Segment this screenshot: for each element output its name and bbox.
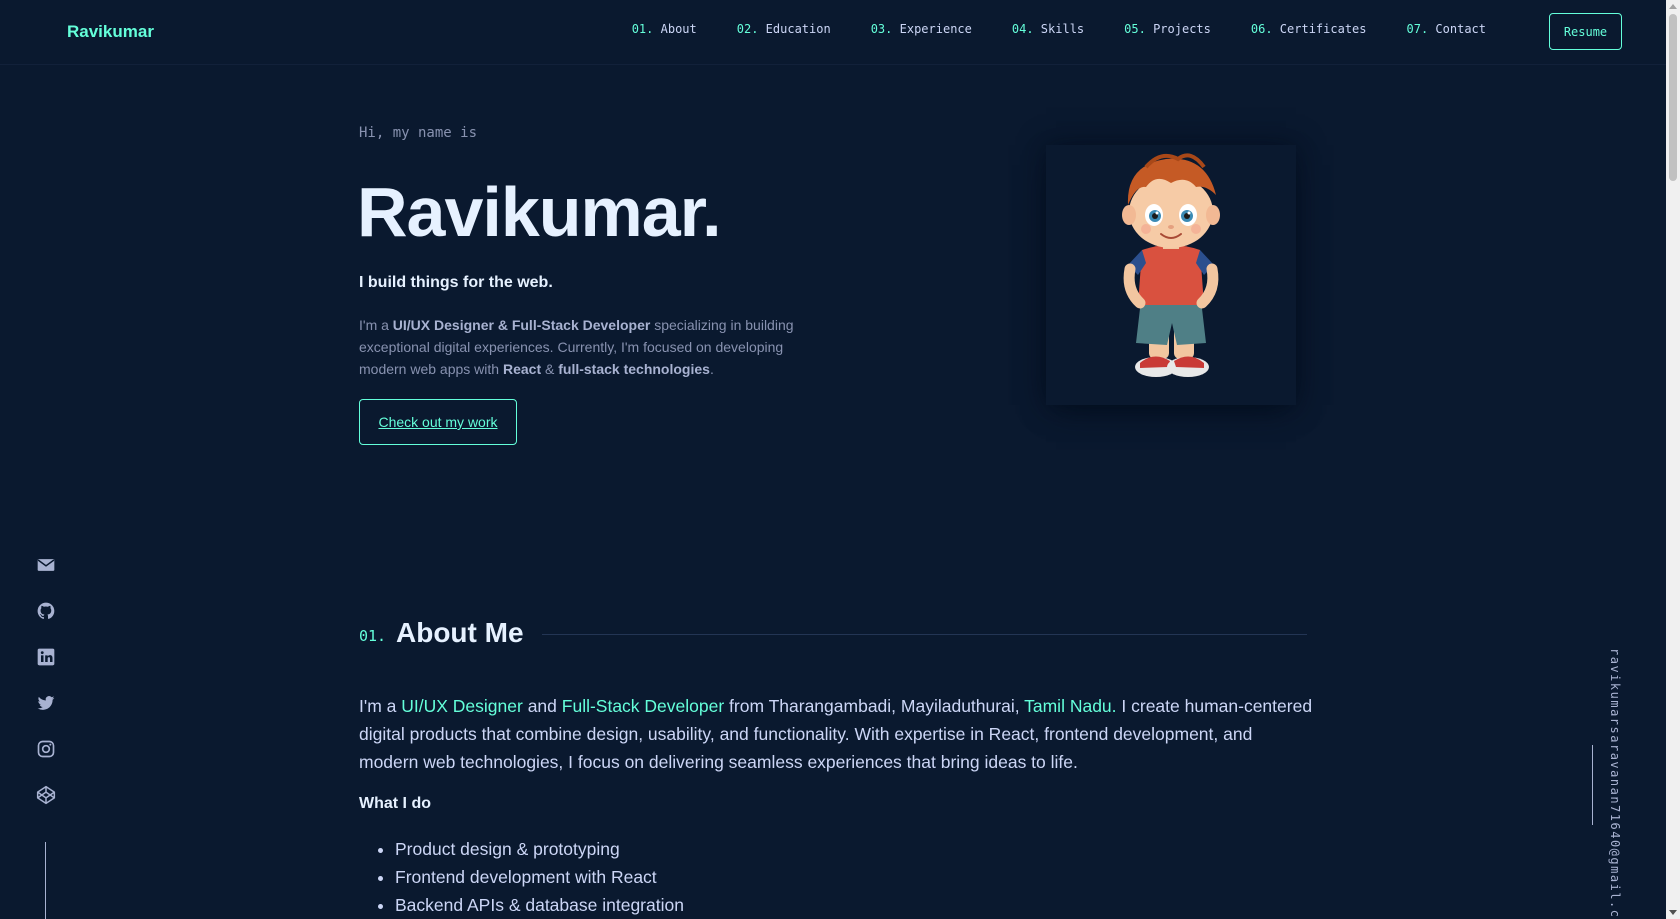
nav-item-education[interactable]: 02. Education bbox=[737, 22, 831, 36]
list-item: Backend APIs & database integration bbox=[395, 891, 684, 919]
nav-label: Education bbox=[765, 22, 831, 36]
nav-item-certificates[interactable]: 06. Certificates bbox=[1251, 22, 1367, 36]
twitter-icon[interactable] bbox=[36, 693, 56, 713]
linkedin-icon[interactable] bbox=[36, 647, 56, 667]
hero-name: Ravikumar. bbox=[357, 173, 722, 251]
nav-number: 07. bbox=[1406, 22, 1429, 36]
instagram-icon[interactable] bbox=[36, 739, 56, 759]
section-title: About Me bbox=[396, 617, 524, 648]
nav-label: Projects bbox=[1153, 22, 1211, 36]
avatar-card bbox=[1046, 145, 1296, 405]
list-item: Product design & prototyping bbox=[395, 835, 684, 863]
nav-number: 03. bbox=[870, 22, 893, 36]
hero-tagline: I build things for the web. bbox=[359, 274, 553, 291]
nav-label: Contact bbox=[1435, 22, 1486, 36]
email-link[interactable]: ravikumarsaravanan71640@gmail.com bbox=[1608, 648, 1622, 919]
nav-number: 01. bbox=[631, 22, 654, 36]
nav-number: 04. bbox=[1011, 22, 1034, 36]
desc-text: & bbox=[541, 361, 559, 377]
github-icon[interactable] bbox=[36, 601, 56, 621]
main-nav: 01. About 02. Education 03. Experience 0… bbox=[592, 22, 1486, 36]
hero-description: I'm a UI/UX Designer & Full-Stack Develo… bbox=[359, 314, 819, 380]
cartoon-avatar bbox=[1122, 153, 1220, 377]
right-divider-line bbox=[1592, 745, 1593, 825]
services-list: Product design & prototyping Frontend de… bbox=[395, 835, 684, 919]
scroll-up-arrow-icon[interactable] bbox=[1669, 4, 1677, 9]
list-item: Frontend development with React bbox=[395, 863, 684, 891]
check-out-work-button[interactable]: Check out my work bbox=[359, 399, 517, 445]
mail-icon[interactable] bbox=[36, 555, 56, 575]
nav-item-experience[interactable]: 03. Experience bbox=[871, 22, 972, 36]
about-highlight: UI/UX Designer bbox=[401, 696, 523, 716]
scroll-thumb[interactable] bbox=[1669, 14, 1677, 181]
site-header: Ravikumar 01. About 02. Education 03. Ex… bbox=[0, 0, 1666, 65]
section-rule bbox=[542, 634, 1307, 635]
about-text: from Tharangambadi, Mayiladuthurai, bbox=[724, 696, 1025, 716]
desc-fullstack: full-stack technologies bbox=[558, 361, 710, 377]
section-number: 01. bbox=[359, 627, 387, 645]
nav-number: 05. bbox=[1124, 22, 1146, 36]
nav-item-contact[interactable]: 07. Contact bbox=[1407, 22, 1487, 36]
nav-item-skills[interactable]: 04. Skills bbox=[1012, 22, 1084, 36]
codepen-icon[interactable] bbox=[36, 785, 56, 805]
nav-item-projects[interactable]: 05. Projects bbox=[1124, 22, 1211, 36]
desc-role: UI/UX Designer & Full-Stack Developer bbox=[392, 317, 651, 333]
nav-label: Skills bbox=[1040, 22, 1085, 36]
page-scrollbar[interactable] bbox=[1666, 0, 1680, 919]
about-highlight: Full-Stack Developer bbox=[561, 696, 725, 716]
left-divider-line bbox=[45, 842, 46, 919]
about-text: and bbox=[522, 696, 562, 716]
scroll-down-arrow-icon[interactable] bbox=[1669, 910, 1677, 915]
nav-label: Experience bbox=[899, 22, 972, 36]
desc-text: I'm a bbox=[359, 317, 393, 333]
hero-greeting: Hi, my name is bbox=[359, 125, 478, 141]
site-logo[interactable]: Ravikumar bbox=[67, 22, 154, 42]
about-text: I'm a bbox=[359, 696, 402, 716]
what-i-do-heading: What I do bbox=[359, 795, 431, 812]
social-links bbox=[36, 555, 56, 831]
nav-number: 02. bbox=[736, 22, 759, 36]
desc-react: React bbox=[502, 361, 542, 377]
about-paragraph: I'm a UI/UX Designer and Full-Stack Deve… bbox=[359, 692, 1314, 776]
desc-text: . bbox=[709, 361, 714, 377]
nav-label: Certificates bbox=[1279, 22, 1367, 36]
nav-label: About bbox=[660, 22, 697, 36]
nav-number: 06. bbox=[1250, 22, 1273, 36]
about-highlight: Tamil Nadu. bbox=[1024, 696, 1117, 716]
nav-item-about[interactable]: 01. About bbox=[632, 22, 697, 36]
resume-button[interactable]: Resume bbox=[1549, 13, 1622, 50]
